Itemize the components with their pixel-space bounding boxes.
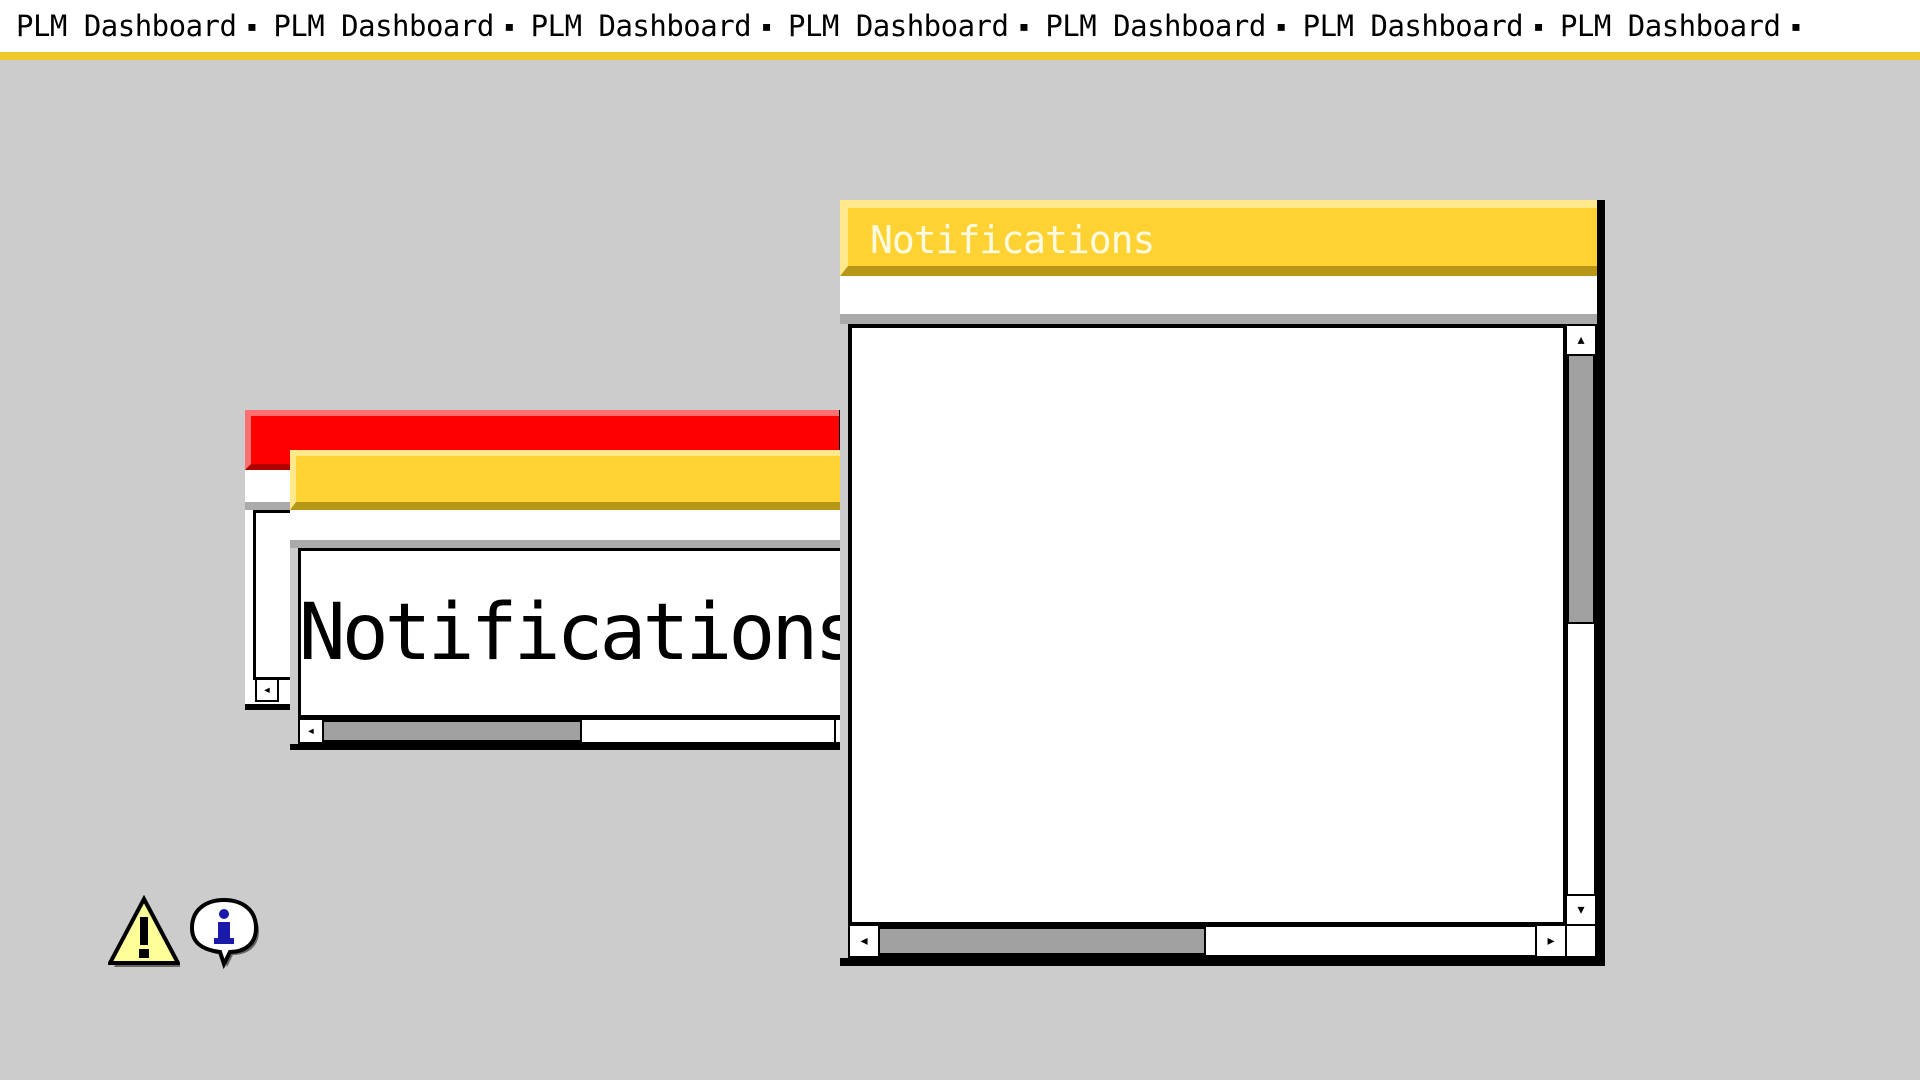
notifications-content: [848, 324, 1567, 926]
small-scroll-left-button[interactable]: ◂: [298, 718, 324, 744]
ticker-bar: PLM Dashboard ▪ PLM Dashboard ▪ PLM Dash…: [0, 0, 1920, 60]
ticker-item: PLM Dashboard: [1302, 9, 1524, 43]
notifications-titlebar[interactable]: Notifications: [840, 200, 1597, 276]
small-hscroll-thumb[interactable]: [322, 720, 582, 742]
ticker-separator: ▪: [1533, 15, 1544, 37]
ticker-separator: ▪: [1018, 15, 1030, 37]
back-scroll-left-button[interactable]: ◂: [255, 678, 279, 702]
small-window-titlebar[interactable]: [290, 450, 886, 510]
notifications-vscroll-thumb[interactable]: [1567, 354, 1595, 624]
notification-small-window[interactable]: Notifications ▴ ▾ ◂ ▸: [290, 450, 892, 750]
ticker-separator: ▪: [246, 15, 258, 37]
ticker-item: PLM Dashboard: [16, 9, 237, 43]
info-icon[interactable]: [184, 894, 264, 970]
ticker-separator: ▪: [1790, 15, 1802, 37]
ticker-separator: ▪: [761, 15, 772, 37]
ticker-separator: ▪: [1275, 15, 1287, 37]
notifications-scroll-right-button[interactable]: ▸: [1535, 924, 1567, 958]
notifications-scroll-up-button[interactable]: ▴: [1565, 324, 1597, 356]
ticker-item: PLM Dashboard: [1559, 9, 1781, 43]
warning-icon[interactable]: [106, 894, 182, 967]
ticker-item: PLM Dashboard: [787, 9, 1009, 43]
small-window-content: Notifications: [298, 548, 861, 718]
notifications-resize-corner[interactable]: [1565, 924, 1597, 958]
notifications-hscroll-thumb[interactable]: [878, 927, 1206, 955]
ticker-item: PLM Dashboard: [273, 9, 494, 43]
notifications-toolbar: [840, 276, 1597, 324]
small-window-toolbar: [290, 510, 886, 548]
ticker-separator: ▪: [503, 15, 515, 37]
ticker-item: PLM Dashboard: [1045, 9, 1266, 43]
small-window-text: Notifications: [298, 588, 861, 678]
ticker-item: PLM Dashboard: [530, 9, 752, 43]
notifications-title: Notifications: [870, 218, 1155, 262]
notifications-scroll-left-button[interactable]: ◂: [848, 924, 880, 958]
notifications-window[interactable]: Notifications ▴ ▾ ◂ ▸: [840, 200, 1605, 966]
notifications-scroll-down-button[interactable]: ▾: [1565, 894, 1597, 926]
